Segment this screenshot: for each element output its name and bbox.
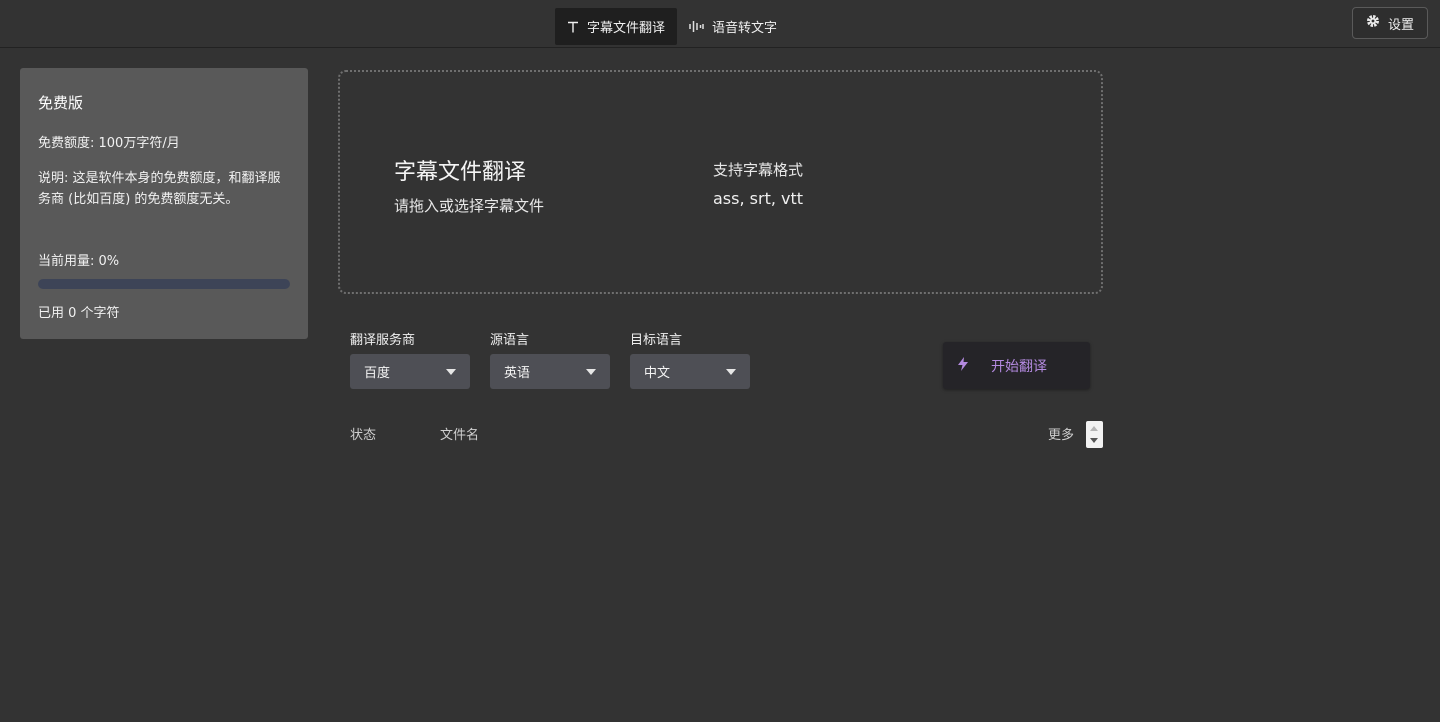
spin-up-icon[interactable] [1090, 426, 1098, 431]
settings-button[interactable]: 设置 [1352, 7, 1428, 39]
target-language-select[interactable]: 中文 [630, 354, 750, 389]
spin-down-icon[interactable] [1090, 438, 1098, 443]
tab-speech-to-text[interactable]: 语音转文字 [677, 8, 789, 45]
formats-list: ass, srt, vtt [713, 189, 804, 208]
provider-value: 百度 [364, 366, 391, 381]
source-language-value: 英语 [504, 366, 531, 381]
waveform-icon [689, 20, 704, 33]
usage-progress-bar [38, 279, 290, 289]
tab-label: 字幕文件翻译 [587, 21, 666, 36]
caret-down-icon [446, 368, 456, 375]
dropzone-title: 字幕文件翻译 [394, 160, 527, 185]
source-language-label: 源语言 [490, 333, 530, 348]
column-more: 更多 [1048, 428, 1075, 443]
provider-label: 翻译服务商 [350, 333, 416, 348]
top-bar: 字幕文件翻译 语音转文字 设置 [0, 0, 1440, 48]
caret-down-icon [586, 368, 596, 375]
usage-label: 当前用量: 0% [38, 254, 120, 269]
gear-icon [1366, 14, 1380, 32]
provider-select[interactable]: 百度 [350, 354, 470, 389]
formats-label: 支持字幕格式 [713, 161, 804, 179]
source-language-select[interactable]: 英语 [490, 354, 610, 389]
plan-card: 免费版 免费额度: 100万字符/月 说明: 这是软件本身的免费额度，和翻译服务… [20, 68, 308, 339]
lightning-icon [957, 356, 969, 375]
text-icon [567, 21, 579, 33]
mode-tabs: 字幕文件翻译 语音转文字 [555, 8, 789, 45]
used-characters: 已用 0 个字符 [38, 306, 120, 321]
dropzone-subtitle: 请拖入或选择字幕文件 [394, 197, 545, 215]
plan-note: 说明: 这是软件本身的免费额度，和翻译服务商 (比如百度) 的免费额度无关。 [38, 171, 281, 207]
plan-quota: 免费额度: 100万字符/月 [38, 136, 180, 151]
column-filename: 文件名 [440, 428, 480, 443]
start-translate-label: 开始翻译 [991, 358, 1047, 375]
caret-down-icon [726, 368, 736, 375]
subtitle-dropzone[interactable]: 字幕文件翻译 请拖入或选择字幕文件 支持字幕格式 ass, srt, vtt [338, 70, 1103, 294]
target-language-label: 目标语言 [630, 333, 683, 348]
target-language-value: 中文 [644, 366, 671, 381]
more-spinner[interactable] [1086, 421, 1103, 448]
tab-subtitle-translate[interactable]: 字幕文件翻译 [555, 8, 678, 45]
start-translate-button[interactable]: 开始翻译 [943, 342, 1090, 389]
plan-title: 免费版 [38, 94, 84, 112]
tab-label: 语音转文字 [712, 21, 778, 36]
column-status: 状态 [350, 428, 377, 443]
settings-label: 设置 [1387, 17, 1414, 33]
